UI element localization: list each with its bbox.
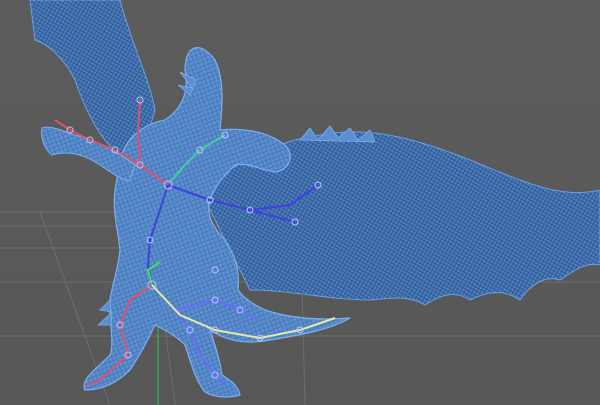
3d-viewport[interactable] bbox=[0, 0, 600, 405]
scene-canvas[interactable] bbox=[0, 0, 600, 405]
